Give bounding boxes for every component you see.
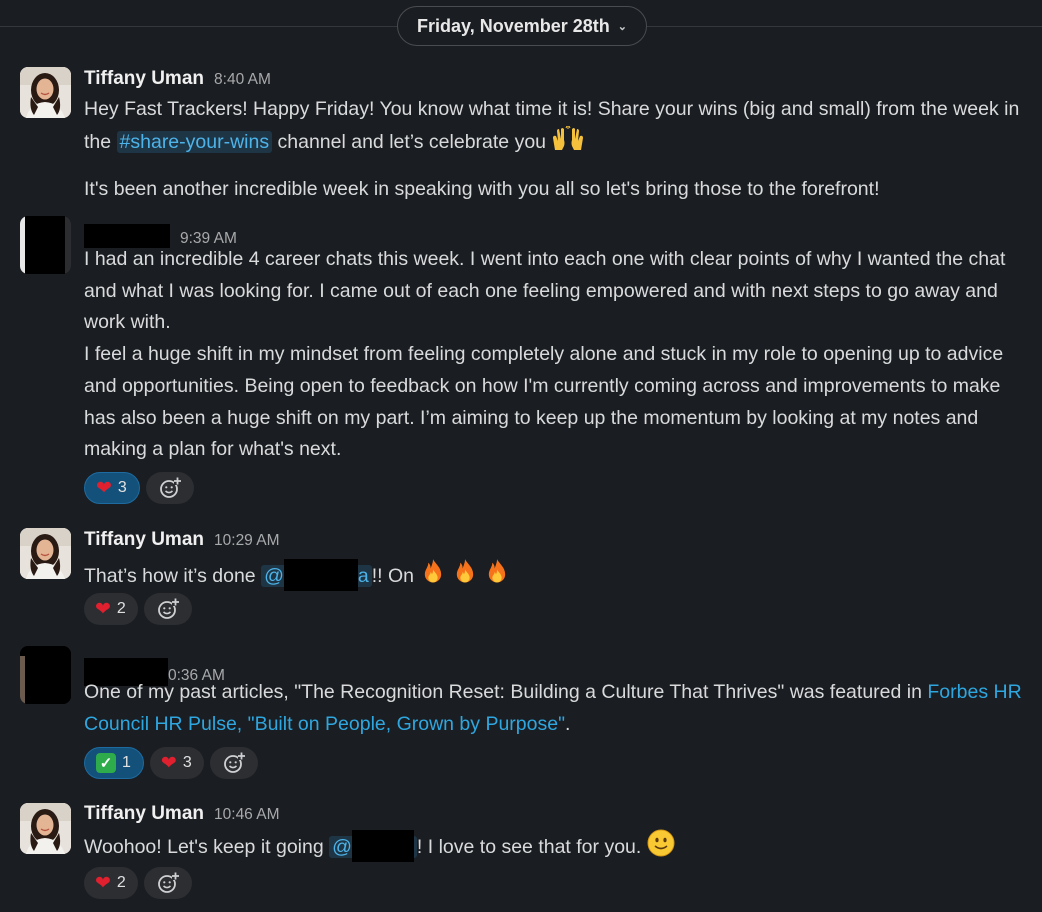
message-paragraph: It's been another incredible week in spe… — [84, 178, 880, 201]
add-reaction-icon — [156, 597, 180, 621]
check-mark-icon: ✓ — [96, 753, 116, 773]
reaction-heart[interactable]: ❤ 2 — [84, 867, 138, 899]
raised-hands-icon — [551, 125, 585, 163]
message-paragraph: I had an incredible 4 career chats this … — [84, 248, 1006, 334]
message-text: That’s how it’s done @ a!! On — [84, 556, 1028, 597]
smiling-face-icon — [647, 829, 675, 868]
reaction-count: 3 — [182, 754, 192, 771]
fire-icon — [419, 556, 515, 597]
user-mention[interactable]: @ a — [261, 559, 372, 591]
date-divider-button[interactable]: Friday, November 28th ⌄ — [397, 6, 647, 46]
author-name[interactable]: Tiffany Uman — [84, 68, 204, 90]
add-reaction-button[interactable] — [143, 867, 192, 899]
reaction-count: 2 — [116, 600, 126, 617]
heart-icon: ❤ — [95, 872, 111, 894]
add-reaction-button[interactable] — [209, 747, 258, 779]
reaction-heart[interactable]: ❤ 3 — [149, 747, 204, 779]
reaction-bar: ✓ 1 ❤ 3 — [84, 747, 258, 779]
reaction-count: 2 — [116, 874, 126, 891]
user-mention[interactable]: @ — [329, 830, 417, 862]
avatar[interactable] — [20, 67, 71, 118]
avatar[interactable] — [20, 528, 71, 579]
timestamp[interactable]: 10:29 AM — [214, 532, 280, 550]
reaction-bar: ❤ 3 — [84, 472, 194, 504]
reaction-count: 3 — [117, 479, 127, 496]
heart-icon: ❤ — [160, 752, 177, 774]
timestamp[interactable]: 10:46 AM — [214, 806, 280, 824]
add-reaction-button[interactable] — [145, 472, 194, 504]
message-paragraph: I feel a huge shift in my mindset from f… — [84, 343, 1004, 461]
reaction-heart[interactable]: ❤ 2 — [84, 593, 138, 625]
message-text: I had an incredible 4 career chats this … — [84, 244, 1028, 466]
timestamp[interactable]: 8:40 AM — [214, 71, 271, 89]
channel-link[interactable]: #share-your-wins — [116, 130, 273, 153]
message-text: Hey Fast Trackers! Happy Friday! You kno… — [84, 94, 1028, 206]
reaction-count: 1 — [122, 754, 131, 771]
author-name[interactable]: Tiffany Uman — [84, 803, 204, 825]
add-reaction-icon — [156, 871, 180, 895]
reaction-heart[interactable]: ❤ 3 — [84, 472, 140, 504]
avatar[interactable] — [20, 646, 71, 704]
add-reaction-icon — [222, 751, 246, 775]
author-name[interactable]: Tiffany Uman — [84, 529, 204, 551]
add-reaction-button[interactable] — [143, 593, 192, 625]
reaction-bar: ❤ 2 — [84, 593, 192, 625]
message-text: One of my past articles, "The Recognitio… — [84, 681, 1022, 735]
add-reaction-icon — [158, 476, 182, 500]
reaction-check[interactable]: ✓ 1 — [84, 747, 144, 779]
heart-icon: ❤ — [95, 598, 111, 620]
chevron-down-icon: ⌄ — [617, 20, 627, 33]
reaction-bar: ❤ 2 — [84, 867, 192, 899]
heart-icon: ❤ — [96, 477, 112, 499]
avatar[interactable] — [20, 216, 71, 274]
avatar[interactable] — [20, 803, 71, 854]
message-text: Woohoo! Let's keep it going @! I love to… — [84, 829, 1028, 868]
date-label: Friday, November 28th — [417, 15, 610, 36]
